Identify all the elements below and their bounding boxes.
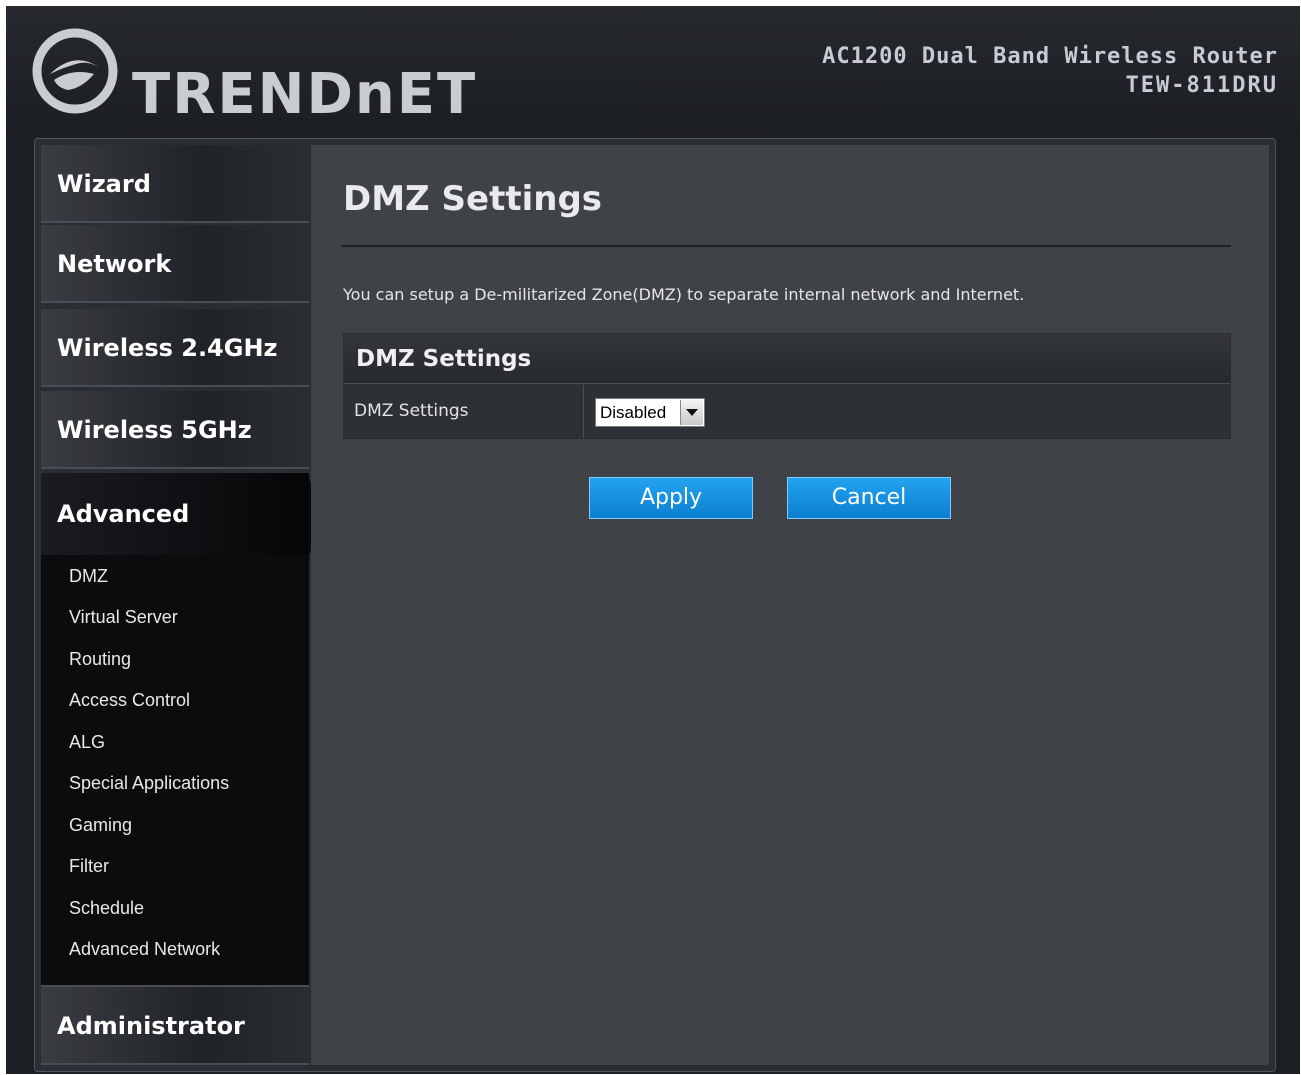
router-admin-window: TRENDnET AC1200 Dual Band Wireless Route…	[6, 6, 1300, 1074]
sidebar-item-label: Administrator	[57, 1012, 245, 1040]
sidebar-item-label: Advanced	[57, 500, 190, 528]
sidebar-item-network[interactable]: Network	[41, 225, 309, 303]
cancel-button[interactable]: Cancel	[787, 477, 951, 519]
title-divider	[341, 245, 1231, 247]
sidebar-subitem-filter[interactable]: Filter	[69, 855, 109, 877]
trendnet-logo: TRENDnET	[32, 28, 475, 127]
page-description: You can setup a De-militarized Zone(DMZ)…	[343, 285, 1025, 304]
content-area: DMZ Settings You can setup a De-militari…	[311, 145, 1269, 1065]
chevron-down-icon	[686, 409, 698, 416]
sidebar-item-advanced[interactable]: Advanced	[41, 473, 309, 555]
sidebar-item-label: Wizard	[57, 170, 151, 198]
sidebar-subitem-dmz[interactable]: DMZ	[69, 565, 108, 587]
sidebar-subitem-schedule[interactable]: Schedule	[69, 897, 144, 919]
dmz-settings-table: DMZ Settings DMZ Settings Disabled	[343, 333, 1231, 439]
sidebar-item-label: Wireless 5GHz	[57, 416, 252, 444]
sidebar-item-label: Wireless 2.4GHz	[57, 334, 278, 362]
sidebar-item-wireless-5ghz[interactable]: Wireless 5GHz	[41, 391, 309, 469]
table-header: DMZ Settings	[344, 334, 1230, 384]
dmz-settings-label: DMZ Settings	[344, 385, 584, 438]
dmz-settings-value-cell: Disabled	[585, 385, 1230, 438]
brand-name: TRENDnET	[132, 62, 478, 127]
sidebar-advanced-section: Advanced DMZ Virtual Server Routing Acce…	[41, 473, 309, 987]
page-title: DMZ Settings	[343, 179, 603, 219]
sidebar-subitem-special-applications[interactable]: Special Applications	[69, 772, 229, 794]
model-number: TEW-811DRU	[1125, 73, 1278, 98]
dmz-settings-select[interactable]: Disabled	[595, 398, 705, 427]
trendnet-logo-icon	[32, 28, 118, 114]
product-name: AC1200 Dual Band Wireless Router	[822, 44, 1278, 69]
dropdown-button[interactable]	[680, 400, 703, 425]
main-panel: Wizard Network Wireless 2.4GHz Wireless …	[34, 138, 1276, 1072]
sidebar-subitem-access-control[interactable]: Access Control	[69, 689, 190, 711]
sidebar-subitem-virtual-server[interactable]: Virtual Server	[69, 606, 178, 628]
sidebar-item-wizard[interactable]: Wizard	[41, 145, 309, 223]
apply-button[interactable]: Apply	[589, 477, 753, 519]
sidebar-item-administrator[interactable]: Administrator	[41, 987, 309, 1065]
sidebar-item-wireless-24ghz[interactable]: Wireless 2.4GHz	[41, 309, 309, 387]
dmz-select-value: Disabled	[600, 403, 667, 422]
sidebar-subitem-gaming[interactable]: Gaming	[69, 814, 132, 836]
header: TRENDnET AC1200 Dual Band Wireless Route…	[6, 6, 1300, 136]
sidebar-item-label: Network	[57, 250, 172, 278]
sidebar-subitem-alg[interactable]: ALG	[69, 731, 105, 753]
sidebar-subitem-routing[interactable]: Routing	[69, 648, 131, 670]
sidebar: Wizard Network Wireless 2.4GHz Wireless …	[41, 145, 325, 1065]
sidebar-subitem-advanced-network[interactable]: Advanced Network	[69, 938, 220, 960]
